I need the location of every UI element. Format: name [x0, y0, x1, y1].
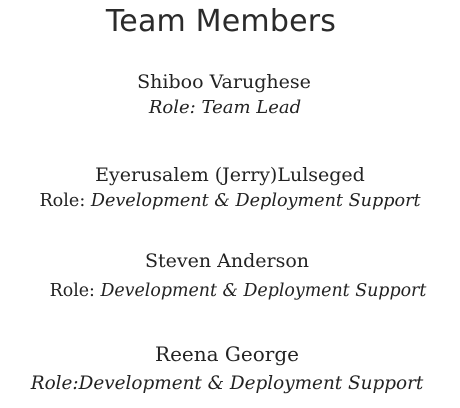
member-role: Role: Development & Deployment Support [0, 278, 457, 304]
member-card: Reena George Role:Development & Deployme… [0, 342, 457, 397]
role-prefix: Role: [30, 373, 79, 394]
member-name: Reena George [155, 342, 299, 366]
member-role: Role: Development & Deployment Support [0, 188, 460, 214]
role-prefix: Role: [148, 97, 196, 118]
member-role: Role:Development & Deployment Support [0, 371, 457, 397]
page-title: Team Members [105, 4, 337, 39]
member-card: Shiboo Varughese Role: Team Lead [0, 70, 454, 121]
role-prefix: Role: [49, 281, 95, 301]
member-name: Steven Anderson [144, 250, 310, 272]
role-value: Development & Deployment Support [94, 281, 427, 301]
role-value: Team Lead [195, 97, 302, 118]
member-card: Steven Anderson Role: Development & Depl… [0, 249, 457, 304]
member-role: Role: Team Lead [0, 95, 454, 121]
member-card: Eyerusalem (Jerry)Lulseged Role: Develop… [0, 163, 460, 214]
member-name: Eyerusalem (Jerry)Lulseged [95, 164, 365, 186]
role-prefix: Role: [39, 191, 86, 211]
member-name: Shiboo Varughese [137, 71, 311, 93]
role-value: Development & Deployment Support [85, 191, 421, 211]
role-value: Development & Deployment Support [78, 373, 424, 394]
